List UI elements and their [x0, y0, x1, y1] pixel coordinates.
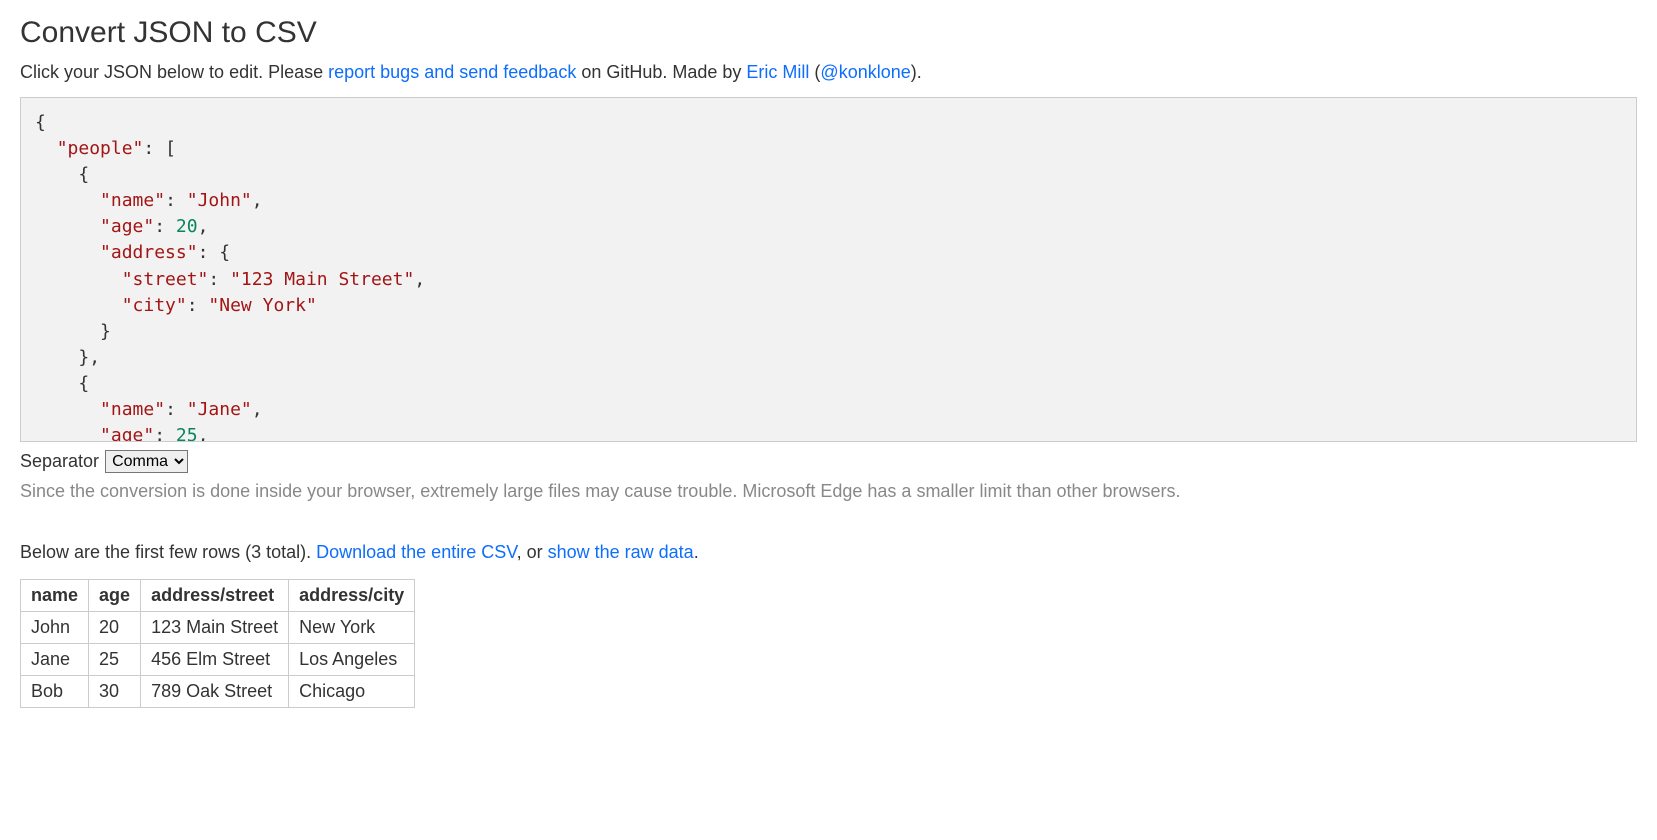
page-title: Convert JSON to CSV: [20, 16, 1637, 50]
intro-mid2: (: [809, 62, 820, 82]
table-row: John20123 Main StreetNew York: [21, 612, 415, 644]
table-cell: 123 Main Street: [141, 612, 289, 644]
json-editor[interactable]: { "people": [ { "name": "John", "age": 2…: [20, 97, 1637, 442]
table-cell: John: [21, 612, 89, 644]
intro-mid1: on GitHub. Made by: [576, 62, 746, 82]
separator-select[interactable]: Comma: [105, 450, 188, 473]
intro-pre: Click your JSON below to edit. Please: [20, 62, 328, 82]
twitter-link[interactable]: @konklone: [820, 62, 910, 82]
report-bugs-link[interactable]: report bugs and send feedback: [328, 62, 576, 82]
table-cell: 789 Oak Street: [141, 676, 289, 708]
warning-text: Since the conversion is done inside your…: [20, 481, 1637, 502]
table-cell: 30: [89, 676, 141, 708]
table-row: Jane25456 Elm StreetLos Angeles: [21, 644, 415, 676]
table-header: name: [21, 580, 89, 612]
table-cell: New York: [289, 612, 415, 644]
table-cell: 456 Elm Street: [141, 644, 289, 676]
table-row: Bob30789 Oak StreetChicago: [21, 676, 415, 708]
below-mid: , or: [517, 542, 548, 562]
table-cell: Jane: [21, 644, 89, 676]
table-cell: 20: [89, 612, 141, 644]
table-header: address/city: [289, 580, 415, 612]
below-pre: Below are the first few rows (3 total).: [20, 542, 316, 562]
show-raw-link[interactable]: show the raw data: [548, 542, 694, 562]
download-csv-link[interactable]: Download the entire CSV: [316, 542, 516, 562]
table-header: age: [89, 580, 141, 612]
table-cell: Chicago: [289, 676, 415, 708]
table-cell: Los Angeles: [289, 644, 415, 676]
intro-text: Click your JSON below to edit. Please re…: [20, 62, 1637, 83]
intro-post: ).: [911, 62, 922, 82]
preview-table: nameageaddress/streetaddress/city John20…: [20, 579, 415, 708]
table-header: address/street: [141, 580, 289, 612]
author-link[interactable]: Eric Mill: [746, 62, 809, 82]
separator-label: Separator: [20, 451, 99, 472]
below-text: Below are the first few rows (3 total). …: [20, 542, 1637, 563]
below-post: .: [694, 542, 699, 562]
table-cell: Bob: [21, 676, 89, 708]
table-cell: 25: [89, 644, 141, 676]
